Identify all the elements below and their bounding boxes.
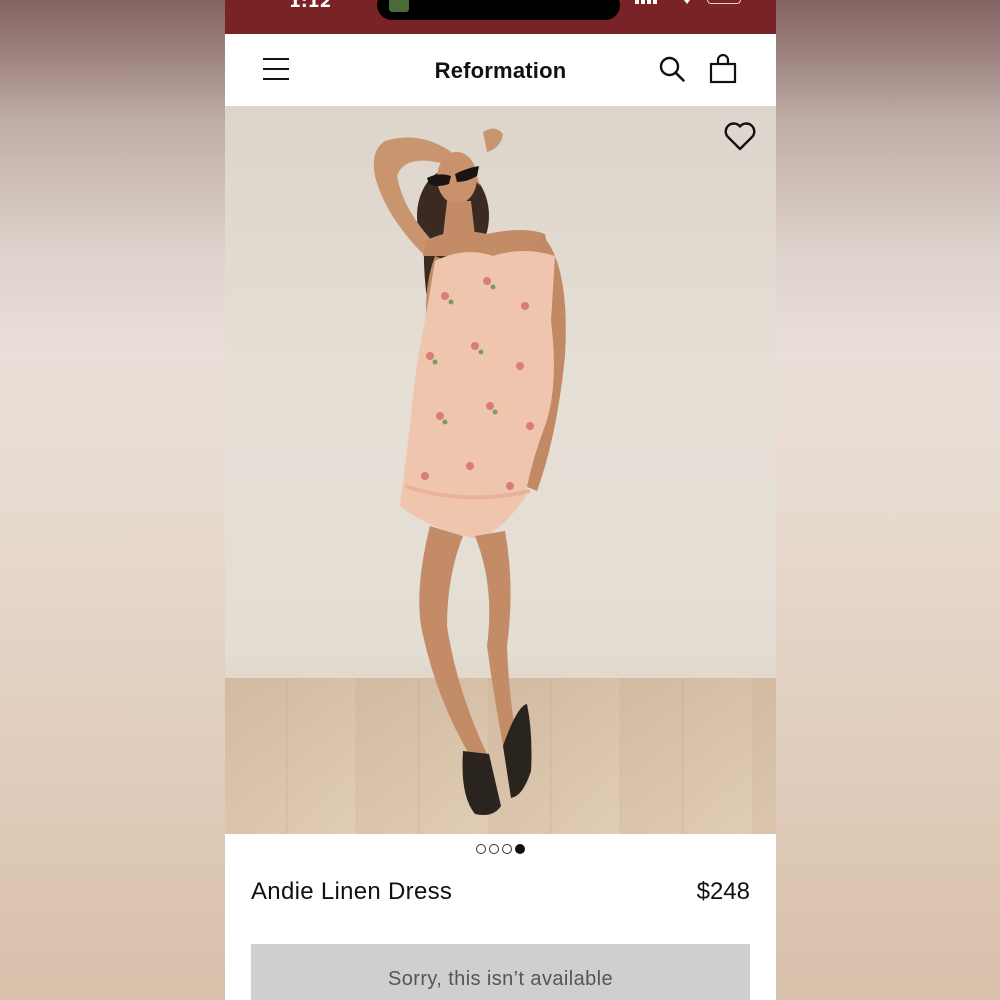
wifi-icon xyxy=(684,0,690,4)
carousel-indicator xyxy=(476,844,526,856)
heart-icon[interactable] xyxy=(723,120,757,152)
search-icon[interactable] xyxy=(658,55,686,83)
live-activity-icon xyxy=(389,0,409,12)
battery-icon xyxy=(707,0,741,4)
status-bar: 1:12 xyxy=(225,0,776,34)
carousel-dot[interactable] xyxy=(489,844,499,854)
dynamic-island xyxy=(377,0,620,20)
product-price: $248 xyxy=(696,878,750,905)
unavailable-button[interactable]: Sorry, this isn’t available xyxy=(251,944,750,1000)
background-blur-right xyxy=(775,0,1000,1000)
status-time: 1:12 xyxy=(289,0,332,12)
product-name: Andie Linen Dress xyxy=(251,878,453,905)
product-image[interactable] xyxy=(225,106,776,834)
top-navigation: Reformation xyxy=(225,34,776,106)
signal-icon xyxy=(635,0,657,4)
background-blur-left xyxy=(0,0,225,1000)
brand-logo[interactable]: Reformation xyxy=(225,58,776,84)
model-figure xyxy=(373,128,566,815)
shopping-bag-icon[interactable] xyxy=(709,54,737,84)
carousel-dot-active[interactable] xyxy=(515,844,525,854)
carousel-dot[interactable] xyxy=(502,844,512,854)
carousel-dot[interactable] xyxy=(476,844,486,854)
phone-screen: 1:12 Reformation Andie Linen Dress $248 … xyxy=(225,0,776,1000)
